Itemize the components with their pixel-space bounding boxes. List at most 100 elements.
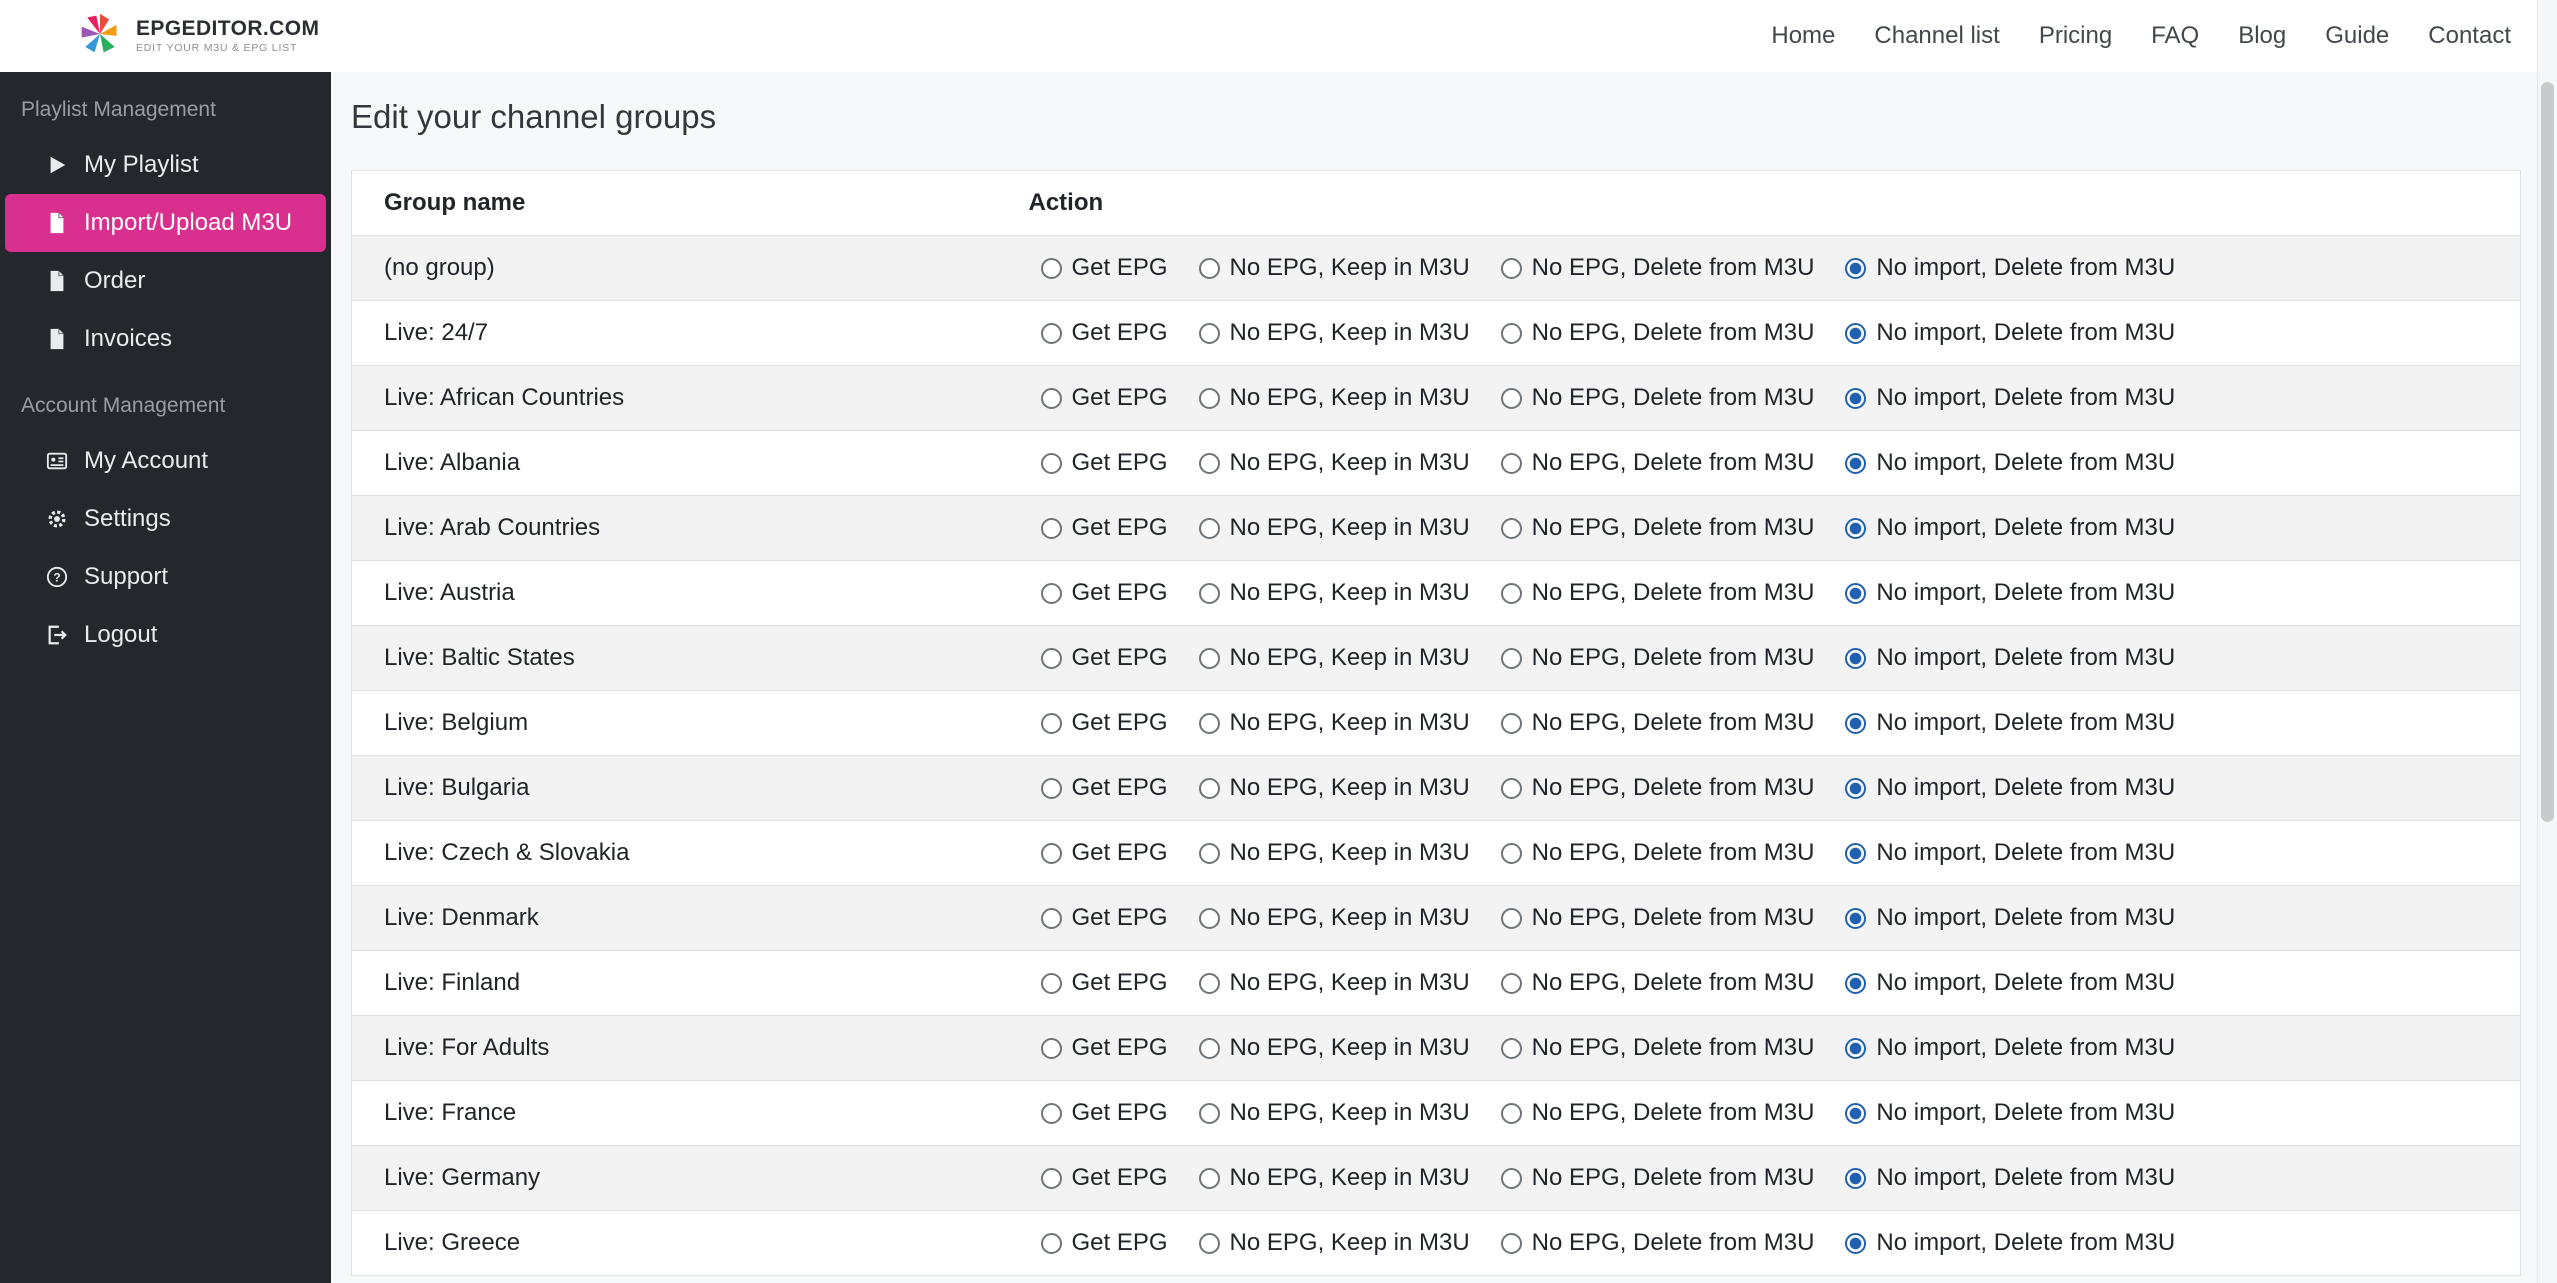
radio-input[interactable] — [1500, 387, 1522, 409]
radio-input[interactable] — [1040, 1102, 1062, 1124]
radio-option[interactable]: Get EPG — [1040, 644, 1168, 672]
nav-link-blog[interactable]: Blog — [2238, 22, 2286, 50]
radio-option[interactable]: No EPG, Delete from M3U — [1500, 319, 1814, 347]
radio-input[interactable] — [1040, 257, 1062, 279]
radio-option[interactable]: No import, Delete from M3U — [1845, 969, 2175, 997]
sidebar-item-my-playlist[interactable]: My Playlist — [5, 136, 326, 194]
radio-option[interactable]: Get EPG — [1040, 384, 1168, 412]
radio-option[interactable]: No import, Delete from M3U — [1845, 384, 2175, 412]
radio-input[interactable] — [1845, 712, 1867, 734]
radio-input[interactable] — [1845, 257, 1867, 279]
radio-option[interactable]: Get EPG — [1040, 1099, 1168, 1127]
sidebar-item-order[interactable]: Order — [5, 252, 326, 310]
radio-input[interactable] — [1040, 842, 1062, 864]
radio-input[interactable] — [1845, 1037, 1867, 1059]
nav-link-faq[interactable]: FAQ — [2151, 22, 2199, 50]
radio-option[interactable]: No EPG, Keep in M3U — [1198, 1034, 1470, 1062]
radio-input[interactable] — [1198, 842, 1220, 864]
radio-option[interactable]: No EPG, Keep in M3U — [1198, 319, 1470, 347]
radio-input[interactable] — [1500, 712, 1522, 734]
radio-option[interactable]: No EPG, Keep in M3U — [1198, 1099, 1470, 1127]
radio-option[interactable]: No EPG, Delete from M3U — [1500, 1099, 1814, 1127]
radio-option[interactable]: No EPG, Keep in M3U — [1198, 449, 1470, 477]
radio-option[interactable]: No import, Delete from M3U — [1845, 1229, 2175, 1257]
radio-input[interactable] — [1500, 777, 1522, 799]
radio-input[interactable] — [1198, 1037, 1220, 1059]
radio-option[interactable]: Get EPG — [1040, 514, 1168, 542]
radio-option[interactable]: No EPG, Delete from M3U — [1500, 774, 1814, 802]
radio-option[interactable]: No import, Delete from M3U — [1845, 1099, 2175, 1127]
radio-option[interactable]: Get EPG — [1040, 969, 1168, 997]
radio-input[interactable] — [1198, 322, 1220, 344]
radio-input[interactable] — [1040, 907, 1062, 929]
radio-option[interactable]: Get EPG — [1040, 1229, 1168, 1257]
radio-input[interactable] — [1198, 1167, 1220, 1189]
radio-input[interactable] — [1198, 387, 1220, 409]
radio-option[interactable]: Get EPG — [1040, 579, 1168, 607]
radio-input[interactable] — [1198, 972, 1220, 994]
radio-input[interactable] — [1845, 387, 1867, 409]
radio-input[interactable] — [1040, 972, 1062, 994]
radio-input[interactable] — [1198, 257, 1220, 279]
radio-option[interactable]: No EPG, Keep in M3U — [1198, 709, 1470, 737]
radio-input[interactable] — [1845, 322, 1867, 344]
radio-option[interactable]: No EPG, Delete from M3U — [1500, 514, 1814, 542]
radio-option[interactable]: No EPG, Delete from M3U — [1500, 1229, 1814, 1257]
radio-input[interactable] — [1500, 842, 1522, 864]
radio-input[interactable] — [1845, 972, 1867, 994]
radio-option[interactable]: Get EPG — [1040, 709, 1168, 737]
radio-option[interactable]: No EPG, Keep in M3U — [1198, 1164, 1470, 1192]
radio-option[interactable]: Get EPG — [1040, 1164, 1168, 1192]
radio-option[interactable]: No import, Delete from M3U — [1845, 254, 2175, 282]
radio-option[interactable]: Get EPG — [1040, 839, 1168, 867]
radio-option[interactable]: No EPG, Delete from M3U — [1500, 904, 1814, 932]
radio-option[interactable]: No EPG, Delete from M3U — [1500, 839, 1814, 867]
radio-option[interactable]: No EPG, Keep in M3U — [1198, 1229, 1470, 1257]
radio-option[interactable]: No EPG, Delete from M3U — [1500, 384, 1814, 412]
radio-input[interactable] — [1500, 907, 1522, 929]
radio-option[interactable]: No EPG, Delete from M3U — [1500, 969, 1814, 997]
radio-option[interactable]: No EPG, Keep in M3U — [1198, 514, 1470, 542]
radio-input[interactable] — [1500, 582, 1522, 604]
nav-link-guide[interactable]: Guide — [2325, 22, 2389, 50]
radio-input[interactable] — [1040, 647, 1062, 669]
nav-link-contact[interactable]: Contact — [2428, 22, 2511, 50]
radio-input[interactable] — [1500, 1232, 1522, 1254]
radio-option[interactable]: No EPG, Delete from M3U — [1500, 709, 1814, 737]
radio-option[interactable]: No EPG, Delete from M3U — [1500, 449, 1814, 477]
radio-input[interactable] — [1198, 712, 1220, 734]
radio-option[interactable]: No import, Delete from M3U — [1845, 579, 2175, 607]
radio-input[interactable] — [1845, 647, 1867, 669]
sidebar-item-invoices[interactable]: Invoices — [5, 310, 326, 368]
radio-option[interactable]: No import, Delete from M3U — [1845, 709, 2175, 737]
radio-input[interactable] — [1040, 582, 1062, 604]
radio-input[interactable] — [1500, 322, 1522, 344]
radio-input[interactable] — [1040, 712, 1062, 734]
radio-option[interactable]: No import, Delete from M3U — [1845, 644, 2175, 672]
radio-option[interactable]: No EPG, Keep in M3U — [1198, 969, 1470, 997]
radio-input[interactable] — [1040, 387, 1062, 409]
sidebar-item-my-account[interactable]: My Account — [5, 432, 326, 490]
sidebar-item-settings[interactable]: Settings — [5, 490, 326, 548]
radio-option[interactable]: No import, Delete from M3U — [1845, 514, 2175, 542]
radio-option[interactable]: Get EPG — [1040, 254, 1168, 282]
radio-option[interactable]: Get EPG — [1040, 1034, 1168, 1062]
radio-input[interactable] — [1040, 517, 1062, 539]
radio-option[interactable]: No import, Delete from M3U — [1845, 774, 2175, 802]
radio-input[interactable] — [1500, 1102, 1522, 1124]
radio-input[interactable] — [1845, 582, 1867, 604]
radio-input[interactable] — [1040, 1232, 1062, 1254]
radio-input[interactable] — [1845, 1232, 1867, 1254]
radio-option[interactable]: No EPG, Delete from M3U — [1500, 1164, 1814, 1192]
radio-input[interactable] — [1198, 647, 1220, 669]
radio-option[interactable]: No EPG, Keep in M3U — [1198, 579, 1470, 607]
radio-option[interactable]: No EPG, Delete from M3U — [1500, 644, 1814, 672]
scrollbar-thumb[interactable] — [2541, 82, 2554, 822]
radio-option[interactable]: No EPG, Keep in M3U — [1198, 839, 1470, 867]
radio-input[interactable] — [1500, 517, 1522, 539]
radio-option[interactable]: No EPG, Delete from M3U — [1500, 579, 1814, 607]
radio-input[interactable] — [1500, 1167, 1522, 1189]
radio-input[interactable] — [1845, 517, 1867, 539]
radio-option[interactable]: No import, Delete from M3U — [1845, 1034, 2175, 1062]
radio-input[interactable] — [1198, 452, 1220, 474]
